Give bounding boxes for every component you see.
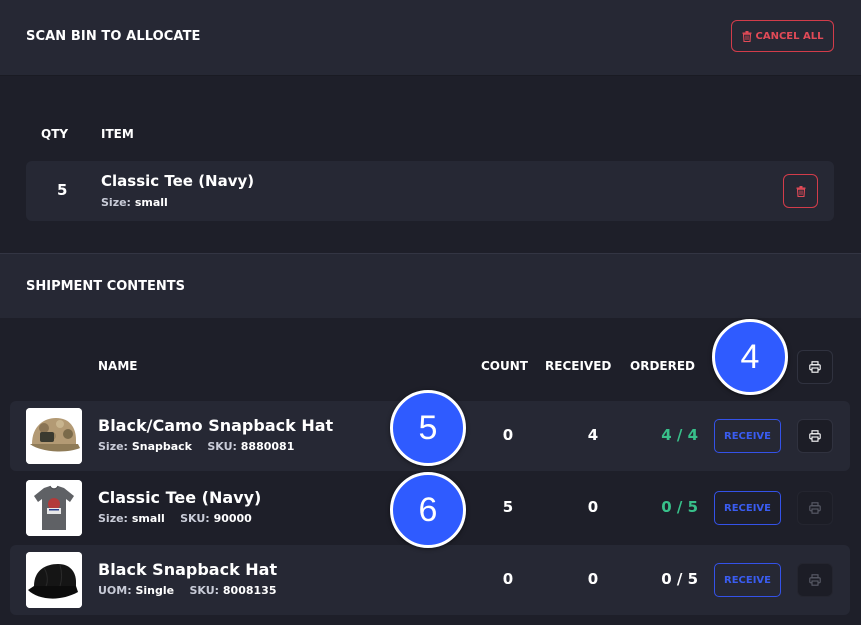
- annotation-badge-5: 5: [390, 390, 466, 466]
- cancel-all-label: CANCEL ALL: [755, 30, 824, 42]
- trash-icon: [796, 185, 805, 197]
- sku-value: 8008135: [222, 584, 277, 597]
- allocation-row: 5 Classic Tee (Navy) Size: small: [26, 161, 834, 221]
- receive-button[interactable]: RECEIVE: [714, 419, 781, 453]
- allocate-header: SCAN BIN TO ALLOCATE CANCEL ALL: [0, 0, 861, 76]
- count-value: 0: [502, 570, 514, 588]
- sku-key: SKU:: [180, 512, 210, 525]
- meta-value: small: [131, 512, 165, 525]
- printer-icon: [809, 502, 821, 514]
- print-button[interactable]: [797, 491, 833, 525]
- size-key: Size:: [101, 196, 131, 209]
- shipment-title: SHIPMENT CONTENTS: [26, 279, 186, 294]
- ordered-value: 0 / 5: [661, 498, 698, 516]
- annotation-badge-6: 6: [390, 472, 466, 548]
- count-value: 5: [502, 498, 514, 516]
- received-value: 0: [587, 498, 599, 516]
- meta-value: Snapback: [131, 440, 192, 453]
- print-button[interactable]: [797, 419, 833, 453]
- header-title: SCAN BIN TO ALLOCATE: [26, 29, 201, 44]
- receive-button[interactable]: RECEIVE: [714, 563, 781, 597]
- ordered-value: 0 / 5: [661, 570, 698, 588]
- allocation-item-name: Classic Tee (Navy): [101, 172, 255, 190]
- received-value: 4: [587, 426, 599, 444]
- print-all-button[interactable]: [797, 350, 833, 384]
- sku-value: 8880081: [240, 440, 295, 453]
- ordered-value: 4 / 4: [661, 426, 698, 444]
- allocation-item-size: Size: small: [101, 196, 168, 209]
- table-row: Black Snapback Hat UOM: Single SKU: 8008…: [10, 545, 850, 615]
- receive-button[interactable]: RECEIVE: [714, 491, 781, 525]
- trash-icon: [742, 30, 752, 42]
- product-thumbnail-black-hat: [26, 552, 82, 608]
- product-meta: Size: Snapback SKU: 8880081: [98, 440, 294, 453]
- product-meta: UOM: Single SKU: 8008135: [98, 584, 276, 597]
- column-header-qty: QTY: [41, 127, 69, 141]
- sku-value: 90000: [213, 512, 252, 525]
- cancel-all-button[interactable]: CANCEL ALL: [731, 20, 834, 52]
- column-header-item: ITEM: [101, 127, 134, 141]
- column-header-ordered: ORDERED: [630, 359, 695, 373]
- count-value: 0: [502, 426, 514, 444]
- sku-key: SKU:: [207, 440, 237, 453]
- column-header-received: RECEIVED: [545, 359, 612, 373]
- printer-icon: [809, 361, 821, 373]
- meta-value: Single: [135, 584, 175, 597]
- print-button[interactable]: [797, 563, 833, 597]
- meta-key: Size:: [98, 440, 128, 453]
- product-thumbnail-camo-hat: [26, 408, 82, 464]
- product-name: Black/Camo Snapback Hat: [98, 416, 334, 435]
- product-name: Classic Tee (Navy): [98, 488, 262, 507]
- shipment-header: SHIPMENT CONTENTS: [0, 254, 861, 318]
- meta-key: Size:: [98, 512, 128, 525]
- printer-icon: [809, 430, 821, 442]
- product-thumbnail-tee: [26, 480, 82, 536]
- remove-allocation-button[interactable]: [783, 174, 818, 208]
- size-value: small: [134, 196, 168, 209]
- printer-icon: [809, 574, 821, 586]
- received-value: 0: [587, 570, 599, 588]
- annotation-badge-4: 4: [712, 319, 788, 395]
- product-meta: Size: small SKU: 90000: [98, 512, 252, 525]
- column-header-count: COUNT: [481, 359, 528, 373]
- meta-key: UOM:: [98, 584, 132, 597]
- allocation-qty: 5: [57, 181, 68, 199]
- column-header-name: NAME: [98, 359, 138, 373]
- sku-key: SKU:: [189, 584, 220, 597]
- product-name: Black Snapback Hat: [98, 560, 278, 579]
